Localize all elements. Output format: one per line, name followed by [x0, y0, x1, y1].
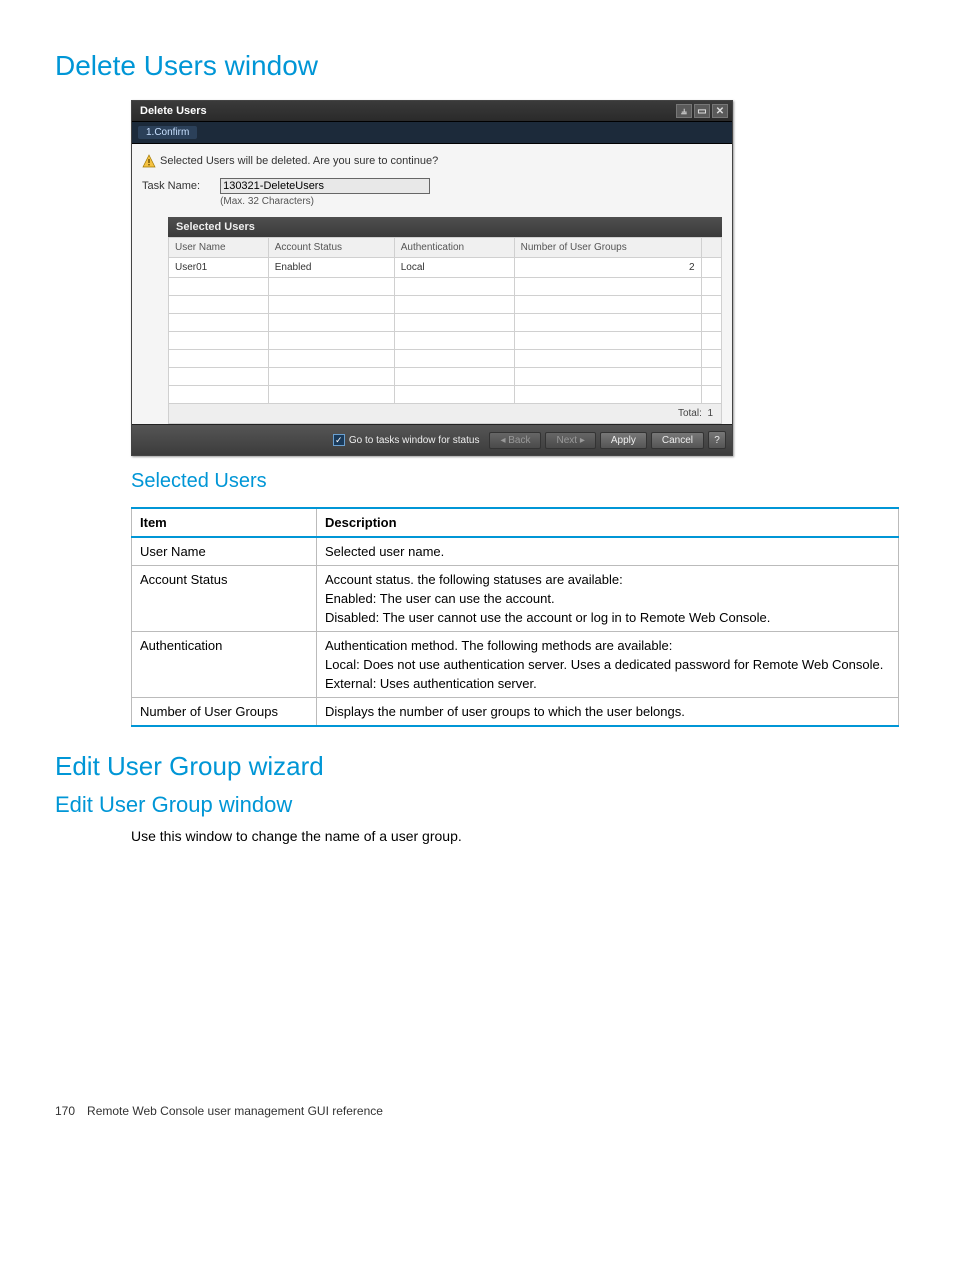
col-account-status: Account Status [268, 238, 394, 258]
cell-user-name: User01 [169, 258, 269, 278]
warning-row: Selected Users will be deleted. Are you … [132, 144, 732, 172]
dialog-footer: ✓ Go to tasks window for status ◂ Back N… [132, 424, 732, 455]
page-number: 170 [55, 1104, 75, 1118]
cell-num-groups: 2 [514, 258, 701, 278]
col-authentication: Authentication [394, 238, 514, 258]
back-button[interactable]: ◂ Back [489, 432, 541, 449]
desc-item: User Name [132, 537, 317, 566]
heading-edit-user-group-wizard: Edit User Group wizard [55, 751, 899, 782]
table-row-empty [169, 368, 722, 386]
heading-edit-user-group-window: Edit User Group window [55, 792, 899, 818]
desc-item: Account Status [132, 566, 317, 632]
table-row-empty [169, 314, 722, 332]
dialog-title: Delete Users [140, 105, 207, 117]
heading-selected-users: Selected Users [131, 470, 899, 493]
desc-row: AuthenticationAuthentication method. The… [132, 632, 899, 698]
desc-col-item: Item [132, 508, 317, 537]
grid-total-label: Total: [678, 408, 702, 419]
selected-users-grid: User Name Account Status Authentication … [168, 237, 722, 404]
desc-item: Authentication [132, 632, 317, 698]
window-close-icon[interactable]: ✕ [712, 104, 728, 118]
apply-button[interactable]: Apply [600, 432, 647, 449]
col-user-name: User Name [169, 238, 269, 258]
heading-delete-users-window: Delete Users window [55, 50, 899, 82]
task-name-row: Task Name: (Max. 32 Characters) [132, 172, 732, 213]
go-to-tasks-label: Go to tasks window for status [349, 435, 480, 446]
grid-total-bar: Total: 1 [168, 404, 722, 424]
window-restore-icon[interactable]: ▭ [694, 104, 710, 118]
cell-account-status: Enabled [268, 258, 394, 278]
wizard-step-1: 1.Confirm [138, 126, 197, 139]
dialog-titlebar: Delete Users ⫨ ▭ ✕ [132, 101, 732, 122]
table-row[interactable]: User01EnabledLocal2 [169, 258, 722, 278]
cell-authentication: Local [394, 258, 514, 278]
desc-col-description: Description [317, 508, 899, 537]
task-name-input[interactable] [220, 178, 430, 194]
cancel-button[interactable]: Cancel [651, 432, 704, 449]
desc-row: User NameSelected user name. [132, 537, 899, 566]
help-button[interactable]: ? [708, 431, 726, 449]
table-row-empty [169, 332, 722, 350]
warning-icon [142, 154, 156, 168]
col-num-groups: Number of User Groups [514, 238, 701, 258]
next-button[interactable]: Next ▸ [545, 432, 595, 449]
desc-description: Account status. the following statuses a… [317, 566, 899, 632]
table-row-empty [169, 350, 722, 368]
desc-description: Selected user name. [317, 537, 899, 566]
edit-user-group-window-body: Use this window to change the name of a … [131, 828, 899, 844]
col-spacer [701, 238, 721, 258]
cell-spacer [701, 258, 721, 278]
selected-users-desc-table: Item Description User NameSelected user … [131, 507, 899, 727]
table-row-empty [169, 278, 722, 296]
selected-users-panel: Selected Users User Name Account Status … [168, 217, 722, 424]
wizard-steps: 1.Confirm [132, 122, 732, 144]
grid-total-value: 1 [707, 408, 713, 419]
desc-item: Number of User Groups [132, 698, 317, 727]
page-footer: 170 Remote Web Console user management G… [55, 1104, 899, 1118]
table-row-empty [169, 296, 722, 314]
desc-description: Authentication method. The following met… [317, 632, 899, 698]
task-name-label: Task Name: [142, 178, 200, 192]
window-pin-icon[interactable]: ⫨ [676, 104, 692, 118]
task-name-hint: (Max. 32 Characters) [220, 196, 430, 207]
desc-description: Displays the number of user groups to wh… [317, 698, 899, 727]
selected-users-panel-title: Selected Users [168, 217, 722, 237]
warning-text: Selected Users will be deleted. Are you … [160, 155, 438, 167]
table-row-empty [169, 386, 722, 404]
page-footer-title: Remote Web Console user management GUI r… [87, 1104, 383, 1118]
delete-users-dialog: Delete Users ⫨ ▭ ✕ 1.Confirm Selected Us… [131, 100, 733, 456]
desc-row: Number of User GroupsDisplays the number… [132, 698, 899, 727]
go-to-tasks-checkbox[interactable]: ✓ Go to tasks window for status [333, 434, 480, 446]
checkbox-icon: ✓ [333, 434, 345, 446]
desc-row: Account StatusAccount status. the follow… [132, 566, 899, 632]
